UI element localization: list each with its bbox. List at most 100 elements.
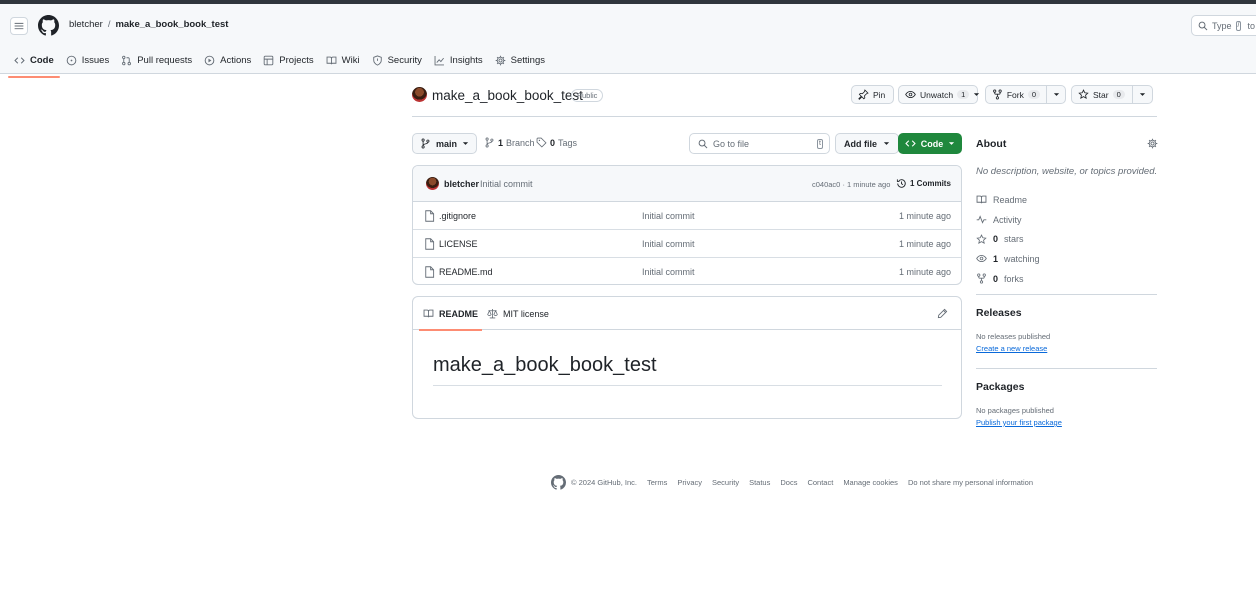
tab-projects-label: Projects: [279, 54, 314, 66]
repo-title[interactable]: make_a_book_book_test: [432, 88, 583, 103]
eye-icon: [976, 255, 987, 263]
file-commit-message[interactable]: Initial commit: [642, 239, 695, 249]
tab-insights[interactable]: Insights: [428, 48, 489, 72]
commit-author[interactable]: bletcher: [444, 179, 479, 189]
packages-section: Packages No packages published Publish y…: [976, 381, 1157, 427]
file-name[interactable]: LICENSE: [439, 239, 478, 249]
stars-link[interactable]: 0 stars: [976, 229, 1157, 249]
search-placeholder-prefix: Type: [1212, 20, 1232, 31]
tab-license[interactable]: MIT license: [487, 308, 549, 319]
law-icon: [487, 309, 498, 319]
watching-count: 1: [993, 253, 999, 264]
releases-title[interactable]: Releases: [976, 307, 1157, 319]
breadcrumb-owner[interactable]: bletcher: [69, 19, 103, 30]
go-to-file-shortcut: t: [817, 139, 823, 149]
star-dropdown[interactable]: [1132, 86, 1152, 103]
code-dropdown-button[interactable]: Code: [898, 133, 962, 154]
commits-label: 1 Commits: [910, 179, 951, 188]
commits-link[interactable]: 1 Commits: [896, 178, 951, 189]
footer-terms-link[interactable]: Terms: [647, 478, 667, 487]
tab-actions[interactable]: Actions: [198, 48, 257, 72]
watching-link[interactable]: 1 watching: [976, 249, 1157, 269]
edit-about-button[interactable]: [1147, 138, 1158, 149]
search-icon: [1198, 21, 1208, 30]
fork-dropdown[interactable]: [1046, 86, 1066, 103]
watching-label: watching: [1004, 253, 1040, 264]
file-commit-message[interactable]: Initial commit: [642, 211, 695, 221]
play-circle-icon: [204, 55, 215, 65]
readme-link-label: Readme: [993, 194, 1028, 205]
footer-cookies-link[interactable]: Manage cookies: [843, 478, 898, 487]
add-file-label: Add file: [844, 138, 877, 149]
code-button-label: Code: [920, 138, 944, 149]
tab-issues[interactable]: Issues: [60, 48, 115, 72]
unwatch-button[interactable]: Unwatch 1: [898, 85, 980, 104]
tab-projects[interactable]: Projects: [257, 48, 319, 72]
fork-label: Fork: [1006, 89, 1024, 100]
forks-label: forks: [1004, 273, 1024, 284]
branch-selector[interactable]: main: [412, 133, 478, 154]
search-placeholder-suffix: to se: [1247, 20, 1256, 31]
tab-wiki[interactable]: Wiki: [320, 48, 366, 72]
file-row[interactable]: .gitignore Initial commit 1 minute ago: [413, 202, 961, 230]
file-toolbar: main 1 Branch 0 Tags Go to file t Add fi…: [412, 133, 962, 154]
unwatch-label: Unwatch: [920, 89, 954, 100]
file-row[interactable]: LICENSE Initial commit 1 minute ago: [413, 230, 961, 258]
activity-link[interactable]: Activity: [976, 210, 1157, 230]
go-to-file-input[interactable]: Go to file t: [689, 133, 830, 154]
fork-count: 0: [1027, 90, 1040, 99]
table-icon: [264, 55, 274, 65]
footer-status-link[interactable]: Status: [749, 478, 770, 487]
file-name[interactable]: README.md: [439, 267, 493, 277]
branches-label: Branch: [506, 137, 535, 148]
edit-readme-button[interactable]: [937, 308, 948, 319]
tab-pull-requests[interactable]: Pull requests: [115, 48, 198, 72]
forks-link[interactable]: 0 forks: [976, 269, 1157, 289]
tab-security[interactable]: Security: [366, 48, 428, 72]
file-row[interactable]: README.md Initial commit 1 minute ago: [413, 258, 961, 284]
tags-link[interactable]: 0 Tags: [536, 137, 577, 148]
breadcrumb-repo[interactable]: make_a_book_book_test: [115, 19, 228, 30]
breadcrumb-separator: /: [107, 19, 111, 30]
footer-privacy-link[interactable]: Privacy: [677, 478, 702, 487]
file-name[interactable]: .gitignore: [439, 211, 476, 221]
readme-link[interactable]: Readme: [976, 190, 1157, 210]
tab-code[interactable]: Code: [8, 48, 60, 78]
footer-noshare-link[interactable]: Do not share my personal information: [908, 478, 1033, 487]
github-logo[interactable]: [38, 15, 59, 36]
commit-author-avatar[interactable]: [426, 177, 439, 190]
github-mark-icon[interactable]: [551, 474, 566, 490]
menu-button[interactable]: [10, 17, 28, 35]
tab-security-label: Security: [387, 54, 422, 66]
tab-readme[interactable]: README: [418, 308, 483, 331]
github-mark-icon: [38, 15, 59, 36]
commit-message[interactable]: Initial commit: [480, 179, 533, 189]
branches-link[interactable]: 1 Branch: [484, 137, 535, 148]
tab-pull-requests-label: Pull requests: [137, 54, 193, 66]
pin-button[interactable]: Pin: [851, 85, 894, 104]
book-icon: [423, 309, 434, 318]
search-input[interactable]: Type / to se: [1191, 15, 1256, 36]
activity-link-label: Activity: [993, 214, 1022, 225]
fork-button[interactable]: Fork 0: [985, 85, 1066, 104]
footer-docs-link[interactable]: Docs: [780, 478, 797, 487]
packages-title[interactable]: Packages: [976, 381, 1157, 393]
graph-icon: [434, 55, 444, 65]
footer-contact-link[interactable]: Contact: [807, 478, 833, 487]
footer-security-link[interactable]: Security: [712, 478, 739, 487]
gear-icon: [1147, 138, 1158, 149]
pin-icon: [858, 89, 869, 100]
star-icon: [1078, 89, 1089, 99]
packages-empty-text: No packages published: [976, 406, 1054, 415]
fork-icon: [993, 89, 1002, 100]
star-button[interactable]: Star 0: [1071, 85, 1153, 104]
add-file-button[interactable]: Add file: [835, 133, 899, 154]
create-release-link[interactable]: Create a new release: [976, 344, 1157, 353]
book-icon: [976, 195, 987, 204]
owner-avatar[interactable]: [412, 87, 427, 102]
publish-package-link[interactable]: Publish your first package: [976, 418, 1157, 427]
tab-settings[interactable]: Settings: [489, 48, 551, 72]
file-commit-message[interactable]: Initial commit: [642, 267, 695, 277]
commit-sha-time[interactable]: c040ac0 · 1 minute ago: [812, 180, 890, 189]
tab-actions-label: Actions: [220, 54, 252, 66]
